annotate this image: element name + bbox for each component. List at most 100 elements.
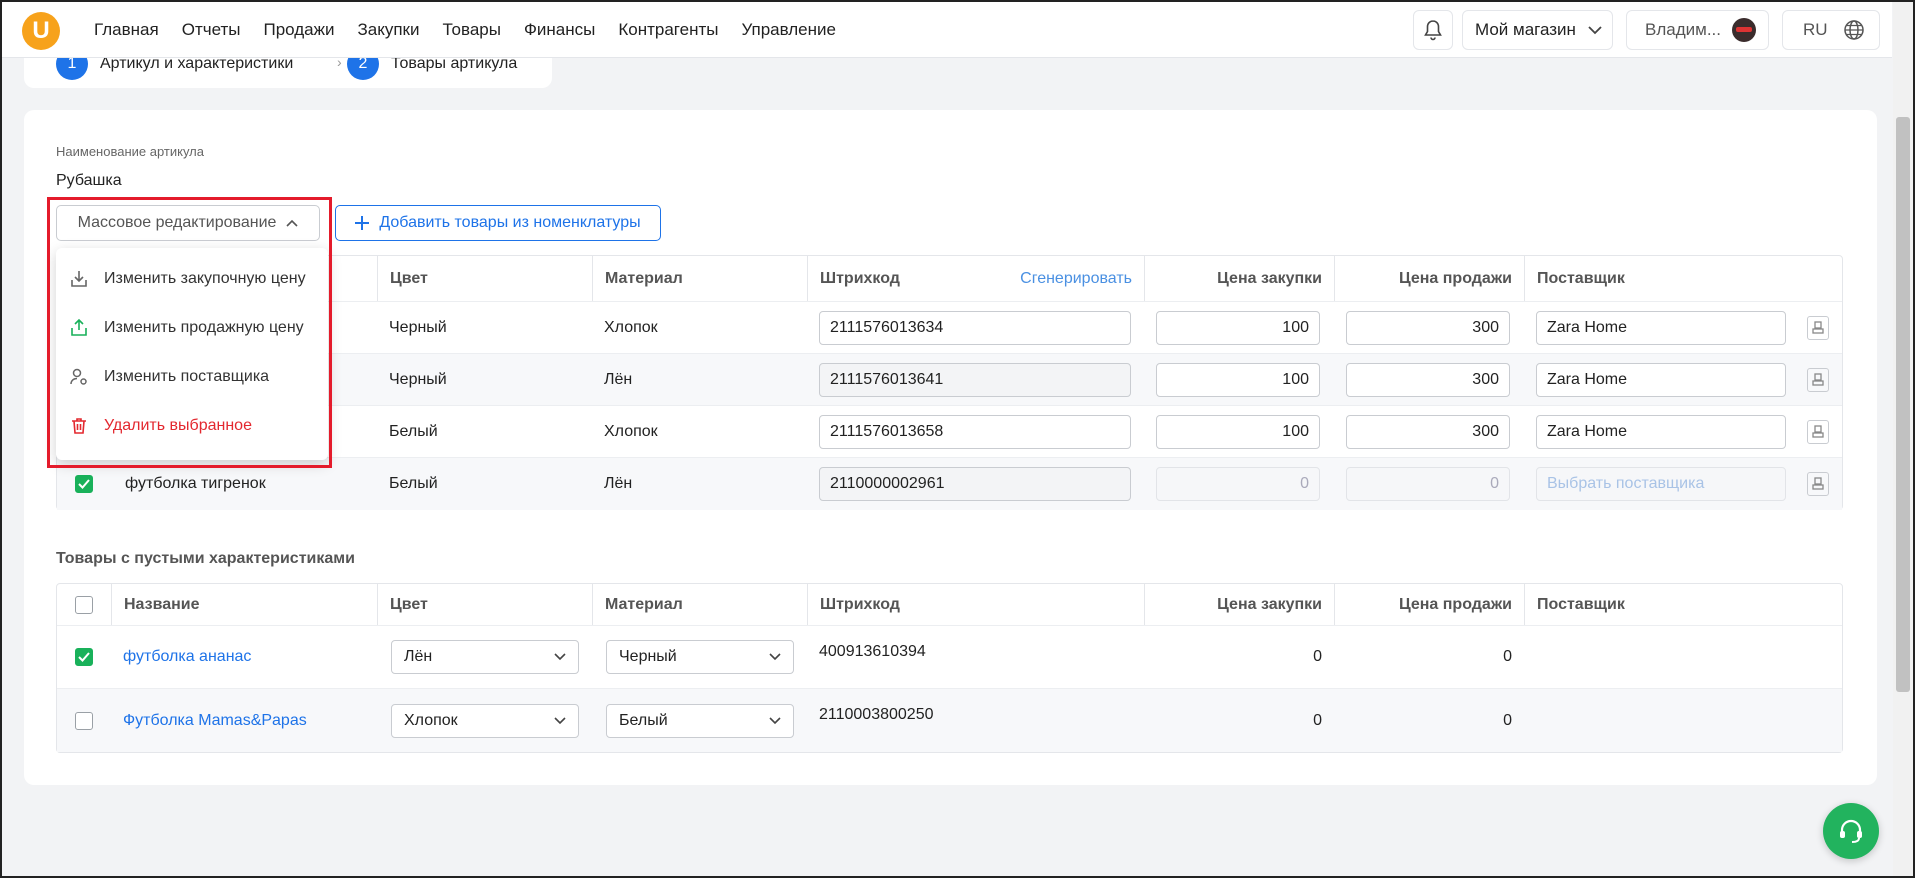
menu-item-label: Изменить поставщика xyxy=(104,367,270,385)
cell-sale-price: 0 xyxy=(1503,648,1512,665)
sale-price-input[interactable]: 300 xyxy=(1346,414,1510,449)
cell-color: Белый xyxy=(389,475,438,492)
nav-item-counterparties[interactable]: Контрагенты xyxy=(618,20,718,40)
menu-item-change-supplier[interactable]: Изменить поставщика xyxy=(56,352,328,401)
purchase-price-input[interactable]: 100 xyxy=(1156,414,1320,449)
mass-edit-button[interactable]: Массовое редактирование xyxy=(56,205,320,241)
download-tray-icon xyxy=(68,268,90,290)
add-from-catalog-label: Добавить товары из номенклатуры xyxy=(379,214,641,231)
language-selector[interactable]: RU xyxy=(1782,10,1880,50)
cell-barcode: 2110003800250 xyxy=(819,706,934,723)
trash-icon xyxy=(68,415,90,437)
article-card: Наименование артикула Рубашка Массовое р… xyxy=(24,110,1877,785)
row-checkbox[interactable] xyxy=(75,475,93,493)
top-bar: U Главная Отчеты Продажи Закупки Товары … xyxy=(2,2,1892,58)
col-barcode-label: Штрихкод xyxy=(820,269,900,287)
empty-characteristics-table: Название Цвет Материал Штрихкод Цена зак… xyxy=(56,583,1843,753)
barcode-input[interactable]: 2111576013641 xyxy=(819,362,1131,397)
article-name: Рубашка xyxy=(56,172,122,189)
table-row: футболка тигренок Белый Лён 211000000296… xyxy=(57,458,1842,510)
col-sale-price: Цена продажи xyxy=(1334,584,1524,625)
menu-item-change-purchase-price[interactable]: Изменить закупочную цену xyxy=(56,254,328,303)
label-print-button[interactable] xyxy=(1807,419,1829,444)
row-checkbox[interactable] xyxy=(75,648,93,666)
upload-tray-icon xyxy=(68,317,90,339)
material-select[interactable]: Белый xyxy=(606,703,794,738)
row-checkbox[interactable] xyxy=(75,711,93,730)
product-link[interactable]: Футболка Mamas&Papas xyxy=(123,689,307,752)
supplier-input[interactable]: Zara Home xyxy=(1536,310,1786,345)
language-label: RU xyxy=(1803,20,1828,39)
chevron-down-icon xyxy=(769,653,781,661)
user-name: Владим... xyxy=(1645,20,1721,39)
label-print-button[interactable] xyxy=(1807,315,1829,340)
support-chat-button[interactable] xyxy=(1823,803,1879,859)
label-print-button[interactable] xyxy=(1807,472,1829,496)
select-all-checkbox[interactable] xyxy=(75,595,93,614)
notifications-button[interactable] xyxy=(1413,10,1453,50)
stamp-icon xyxy=(1812,424,1824,438)
purchase-price-input[interactable]: 100 xyxy=(1156,362,1320,397)
purchase-price-input: 0 xyxy=(1156,467,1320,501)
cell-material: Хлопок xyxy=(604,422,658,440)
color-select[interactable]: Хлопок xyxy=(391,703,579,738)
check-icon xyxy=(78,652,90,662)
nav-item-reports[interactable]: Отчеты xyxy=(182,20,241,40)
cell-purchase-price: 0 xyxy=(1313,711,1322,729)
sale-price-input[interactable]: 300 xyxy=(1346,310,1510,345)
main-nav: Главная Отчеты Продажи Закупки Товары Фи… xyxy=(94,2,836,58)
generate-barcodes-link[interactable]: Сгенерировать xyxy=(1020,270,1132,288)
label-print-button[interactable] xyxy=(1807,367,1829,392)
empty-characteristics-title: Товары с пустыми характеристиками xyxy=(56,550,355,567)
supplier-input[interactable]: Zara Home xyxy=(1536,414,1786,449)
product-link[interactable]: футболка ананас xyxy=(123,626,251,688)
cell-name: футболка тигренок xyxy=(125,475,266,492)
user-settings-icon xyxy=(68,366,90,388)
bell-icon xyxy=(1424,20,1442,41)
add-from-catalog-button[interactable]: Добавить товары из номенклатуры xyxy=(335,205,661,241)
col-sale-price: Цена продажи xyxy=(1334,256,1524,301)
page-scrollbar[interactable] xyxy=(1893,2,1913,876)
color-select-value: Хлопок xyxy=(404,711,458,729)
menu-item-delete-selected[interactable]: Удалить выбранное xyxy=(56,401,328,450)
col-material: Материал xyxy=(592,584,807,625)
stamp-icon xyxy=(1812,477,1824,490)
col-barcode: Штрихкод Сгенерировать xyxy=(807,256,1144,301)
logo[interactable]: U xyxy=(22,12,60,50)
user-menu[interactable]: Владим... xyxy=(1626,10,1769,50)
chevron-up-icon xyxy=(286,219,298,227)
col-purchase-price: Цена закупки xyxy=(1144,256,1334,301)
nav-item-purchases[interactable]: Закупки xyxy=(357,20,419,40)
nav-item-finance[interactable]: Финансы xyxy=(524,20,595,40)
nav-item-management[interactable]: Управление xyxy=(741,20,836,40)
check-icon xyxy=(78,479,90,489)
store-selector[interactable]: Мой магазин xyxy=(1462,10,1613,50)
col-supplier: Поставщик xyxy=(1524,256,1844,301)
nav-item-home[interactable]: Главная xyxy=(94,20,159,40)
scrollbar-thumb[interactable] xyxy=(1896,117,1910,692)
nav-item-sales[interactable]: Продажи xyxy=(263,20,334,40)
mass-edit-label: Массовое редактирование xyxy=(77,214,277,231)
cell-sale-price: 0 xyxy=(1503,711,1512,729)
menu-item-change-sale-price[interactable]: Изменить продажную цену xyxy=(56,303,328,352)
chevron-down-icon xyxy=(554,716,566,724)
col-name: Название xyxy=(111,584,377,625)
supplier-input[interactable]: Zara Home xyxy=(1536,362,1786,397)
col-barcode: Штрихкод xyxy=(807,584,1144,625)
barcode-input[interactable]: 2111576013658 xyxy=(819,414,1131,449)
mass-edit-menu: Изменить закупочную цену Изменить продаж… xyxy=(56,248,328,460)
col-color: Цвет xyxy=(377,584,592,625)
barcode-input[interactable]: 2110000002961 xyxy=(819,467,1131,501)
color-select[interactable]: Лён xyxy=(391,640,579,674)
sale-price-input: 0 xyxy=(1346,467,1510,501)
nav-item-products[interactable]: Товары xyxy=(442,20,500,40)
supplier-select[interactable]: Выбрать поставщика xyxy=(1536,467,1786,501)
sale-price-input[interactable]: 300 xyxy=(1346,362,1510,397)
cell-material: Лён xyxy=(604,370,633,388)
cell-material: Хлопок xyxy=(604,318,658,336)
avatar xyxy=(1732,18,1756,42)
barcode-input[interactable]: 2111576013634 xyxy=(819,310,1131,345)
purchase-price-input[interactable]: 100 xyxy=(1156,310,1320,345)
menu-item-label: Удалить выбранное xyxy=(104,416,252,434)
material-select[interactable]: Черный xyxy=(606,640,794,674)
